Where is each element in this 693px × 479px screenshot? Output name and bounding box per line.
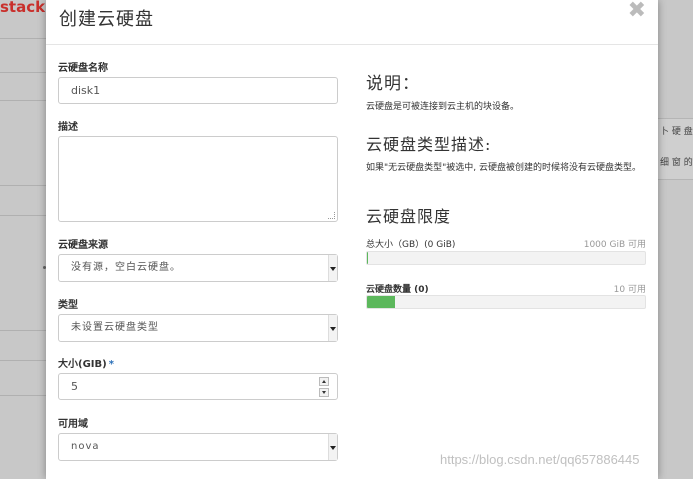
modal-header: 创建云硬盘 ✖ — [46, 0, 658, 45]
quota-count-label: 云硬盘数量 (0) — [366, 285, 429, 295]
type-select[interactable]: 未设置云硬盘类型 — [58, 314, 338, 342]
type-label: 类型 — [58, 300, 78, 311]
type-description-text: 如果"无云硬盘类型"被选中, 云硬盘被创建的时候将没有云硬盘类型。 — [366, 163, 642, 173]
size-value: 5 — [71, 380, 78, 393]
quota-count-progress — [366, 295, 646, 309]
quota-size-progress-fill — [367, 252, 368, 264]
intro-text: 云硬盘是可被连接到云主机的块设备。 — [366, 102, 520, 112]
chevron-down-icon — [328, 255, 337, 281]
background-divider — [0, 72, 46, 73]
required-mark: * — [108, 359, 114, 370]
background-divider — [0, 360, 46, 361]
availability-zone-select[interactable]: nova — [58, 433, 338, 461]
source-selected-value: 没有源，空白云硬盘。 — [71, 262, 181, 273]
background-divider — [0, 100, 46, 101]
name-input[interactable]: disk1 — [58, 77, 338, 104]
background-divider — [0, 215, 46, 216]
chevron-down-icon — [328, 315, 337, 341]
intro-heading: 说明： — [366, 74, 420, 94]
size-stepper[interactable] — [319, 377, 329, 397]
stepper-down-icon[interactable] — [319, 388, 329, 397]
quota-size-max: 1000 GiB 可用 — [583, 240, 646, 250]
background-divider — [0, 185, 46, 186]
quota-size-label: 总大小（GB）(0 GiB) — [366, 240, 456, 250]
background-divider — [0, 38, 46, 39]
type-description-heading: 云硬盘类型描述: — [366, 135, 492, 154]
description-textarea[interactable] — [58, 136, 338, 222]
background-divider — [0, 395, 46, 396]
size-label-text: 大小(GIB) — [58, 359, 107, 370]
background-right-text: 细 窗 的 — [660, 158, 693, 168]
availability-zone-selected-value: nova — [71, 441, 100, 452]
resize-grip-icon[interactable] — [328, 212, 335, 219]
description-label: 描述 — [58, 122, 78, 133]
stepper-up-icon[interactable] — [319, 377, 329, 386]
create-volume-modal: 创建云硬盘 ✖ 云硬盘名称 disk1 描述 云硬盘来源 没有源，空白云硬盘。 … — [46, 0, 658, 479]
modal-title: 创建云硬盘 — [59, 9, 154, 30]
watermark: https://blog.csdn.net/qq657886445 — [440, 452, 640, 467]
size-label: 大小(GIB) * — [58, 355, 114, 370]
size-input[interactable]: 5 — [58, 373, 338, 400]
source-select[interactable]: 没有源，空白云硬盘。 — [58, 254, 338, 282]
background-right-text: 卜 硬 盘 — [660, 127, 693, 137]
quota-size-progress — [366, 251, 646, 265]
availability-zone-label: 可用域 — [58, 419, 88, 430]
type-selected-value: 未设置云硬盘类型 — [71, 322, 159, 333]
quota-count-progress-fill — [367, 296, 395, 308]
name-label: 云硬盘名称 — [58, 63, 108, 74]
limits-heading: 云硬盘限度 — [366, 207, 452, 226]
background-divider — [0, 330, 46, 331]
source-label: 云硬盘来源 — [58, 240, 108, 251]
quota-count-max: 10 可用 — [613, 285, 646, 295]
chevron-down-icon — [328, 434, 337, 460]
close-icon[interactable]: ✖ — [628, 0, 646, 22]
background-brand: stack — [0, 0, 46, 14]
